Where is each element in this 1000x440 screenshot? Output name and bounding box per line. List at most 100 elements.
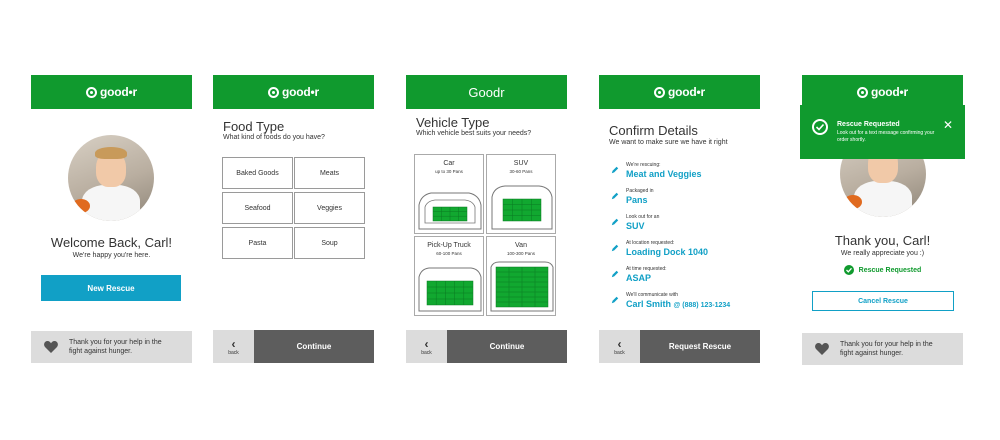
page-title: Confirm Details [609, 123, 698, 138]
chevron-left-icon: ‹ [424, 336, 429, 351]
status-line: Rescue Requested [802, 265, 963, 275]
logo-text: good•r [282, 85, 319, 99]
food-option-soup[interactable]: Soup [294, 227, 365, 259]
logo-icon [268, 86, 279, 98]
goodr-logo: good•r [268, 85, 319, 99]
detail-value: Loading Dock 1040 [626, 247, 709, 257]
bottom-nav: ‹ back Continue [213, 330, 374, 363]
app-header: good•r [599, 75, 760, 109]
vehicle-option-car[interactable]: Car up to 30 Pans [414, 154, 484, 234]
detail-value: Meat and Veggies [626, 169, 702, 179]
pencil-icon [611, 296, 619, 304]
heart-icon [44, 341, 58, 353]
chevron-left-icon: ‹ [231, 336, 236, 351]
detail-packaging[interactable]: Packaged in Pans [611, 188, 654, 205]
bottom-nav: ‹ back Continue [406, 330, 567, 363]
detail-food[interactable]: We're rescuing: Meat and Veggies [611, 162, 702, 179]
car-trunk-icon [418, 192, 482, 230]
toast-title: Rescue Requested [837, 121, 900, 128]
food-option-baked-goods[interactable]: Baked Goods [222, 157, 293, 189]
detail-label: Packaged in [626, 188, 654, 194]
close-icon[interactable]: ✕ [943, 118, 953, 132]
detail-value: SUV [626, 221, 645, 231]
thank-you-title: Thank you, Carl! [834, 233, 931, 248]
back-button[interactable]: ‹ back [406, 330, 447, 363]
thank-you-screen: good•r Rescue Requested Look out for a t… [800, 75, 965, 365]
app-header: good•r [213, 75, 374, 109]
toast-body: Look out for a text message confirming y… [837, 130, 935, 143]
detail-label: Look out for an [626, 214, 660, 220]
vehicle-option-van[interactable]: Van 100-300 Pans [486, 236, 556, 316]
detail-label: At location requested: [626, 240, 675, 246]
goodr-logo: good•r [654, 85, 705, 99]
back-button[interactable]: ‹ back [599, 330, 640, 363]
app-header: good•r [31, 75, 192, 109]
detail-vehicle[interactable]: Look out for an SUV [611, 214, 659, 231]
back-label: back [614, 349, 625, 356]
logo-text: good•r [668, 85, 705, 99]
detail-label: We'll communicate with [626, 292, 678, 298]
continue-button[interactable]: Continue [254, 330, 374, 363]
goodr-logo: good•r [857, 85, 908, 99]
vehicle-name: Pick-Up Truck [427, 242, 471, 249]
truck-bed-icon [418, 267, 482, 312]
back-button[interactable]: ‹ back [213, 330, 254, 363]
detail-location[interactable]: At location requested: Loading Dock 1040 [611, 240, 708, 257]
page-subtitle: We want to make sure we have it right [609, 139, 728, 146]
thank-you-subtitle: We really appreciate you :) [840, 250, 925, 257]
van-cargo-icon [490, 261, 554, 312]
detail-time[interactable]: At time requested: ASAP [611, 266, 667, 283]
logo-icon [86, 86, 97, 98]
vehicle-option-suv[interactable]: SUV 30-60 Pans [486, 154, 556, 234]
chevron-left-icon: ‹ [617, 336, 622, 351]
vehicle-option-pickup-truck[interactable]: Pick-Up Truck 60-100 Pans [414, 236, 484, 316]
logo-text: good•r [100, 85, 137, 99]
heart-icon [815, 343, 829, 355]
app-header: good•r [802, 75, 963, 109]
food-type-screen: good•r Food Type What kind of foods do y… [213, 75, 374, 363]
detail-phone: @ (888) 123-1234 [673, 302, 731, 309]
vehicle-capacity: 100-300 Pans [506, 251, 536, 256]
page-subtitle: What kind of foods do you have? [223, 134, 325, 141]
rescue-requested-toast: Rescue Requested Look out for a text mes… [800, 105, 965, 159]
welcome-title: Welcome Back, Carl! [50, 235, 173, 250]
request-rescue-button[interactable]: Request Rescue [640, 330, 760, 363]
thank-you-banner: Thank you for your help in the fight aga… [31, 331, 192, 363]
thank-you-text: Thank you for your help in the fight aga… [69, 339, 162, 355]
check-circle-icon [812, 119, 828, 135]
pencil-icon [611, 218, 619, 226]
confirm-details-screen: good•r Confirm Details We want to make s… [599, 75, 760, 363]
food-option-pasta[interactable]: Pasta [222, 227, 293, 259]
vehicle-name: Van [515, 242, 527, 249]
detail-contact[interactable]: We'll communicate with Carl Smith @ (888… [611, 292, 730, 309]
new-rescue-button[interactable]: New Rescue [41, 275, 181, 301]
vehicle-name: SUV [513, 160, 529, 167]
goodr-logo: good•r [86, 85, 137, 99]
avatar [68, 135, 154, 221]
pencil-icon [611, 192, 619, 200]
food-option-seafood[interactable]: Seafood [222, 192, 293, 224]
vehicle-capacity: 60-100 Pans [436, 251, 462, 256]
thank-you-banner: Thank you for your help in the fight aga… [802, 333, 963, 365]
detail-label: We're rescuing: [626, 162, 661, 168]
page-title: Vehicle Type [416, 115, 490, 130]
status-badge: Rescue Requested [858, 266, 922, 274]
pencil-icon [611, 244, 619, 252]
continue-button[interactable]: Continue [447, 330, 567, 363]
suv-trunk-icon [491, 185, 553, 230]
vehicle-type-screen: Goodr Vehicle Type Which vehicle best su… [406, 75, 567, 363]
header-title: Goodr [468, 84, 505, 100]
food-option-veggies[interactable]: Veggies [294, 192, 365, 224]
vehicle-name: Car [443, 160, 455, 167]
welcome-subtitle: We're happy you're here. [72, 252, 151, 259]
vehicle-capacity: 30-60 Pans [509, 169, 533, 174]
page-subtitle: Which vehicle best suits your needs? [416, 130, 532, 137]
back-label: back [421, 349, 432, 356]
cancel-rescue-button[interactable]: Cancel Rescue [812, 291, 954, 311]
logo-text: good•r [871, 85, 908, 99]
food-option-meats[interactable]: Meats [294, 157, 365, 189]
pencil-icon [611, 270, 619, 278]
thank-you-text: Thank you for your help in the fight aga… [840, 341, 933, 357]
detail-label: At time requested: [626, 266, 667, 272]
detail-value: Carl Smith [626, 299, 672, 309]
